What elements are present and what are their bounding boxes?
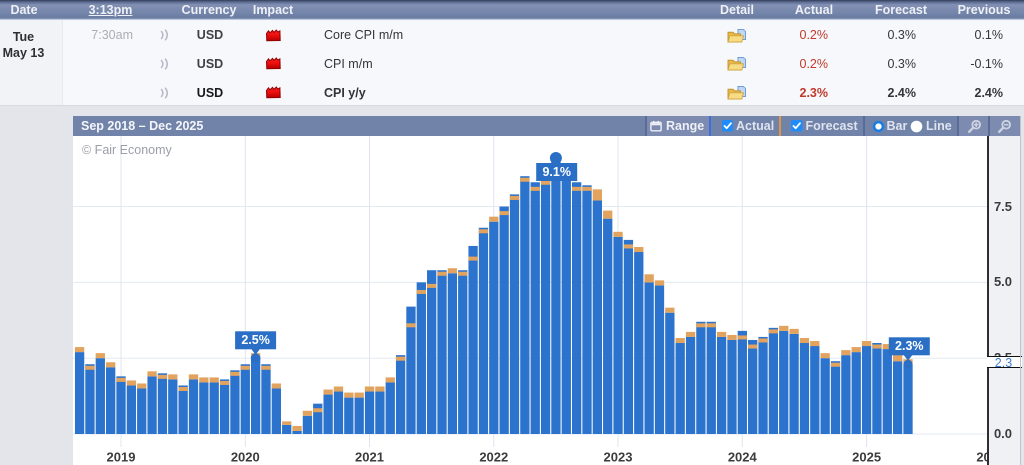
svg-text:2024: 2024 bbox=[728, 449, 758, 464]
svg-text:2.3%: 2.3% bbox=[895, 339, 924, 353]
svg-text:2025: 2025 bbox=[852, 449, 881, 464]
svg-text:9.1%: 9.1% bbox=[542, 164, 571, 178]
svg-text:2020: 2020 bbox=[231, 449, 260, 464]
svg-text:2022: 2022 bbox=[479, 449, 508, 464]
svg-text:2023: 2023 bbox=[604, 449, 633, 464]
svg-text:2019: 2019 bbox=[107, 449, 136, 464]
svg-text:2021: 2021 bbox=[355, 449, 384, 464]
svg-text:2.5%: 2.5% bbox=[241, 333, 270, 347]
